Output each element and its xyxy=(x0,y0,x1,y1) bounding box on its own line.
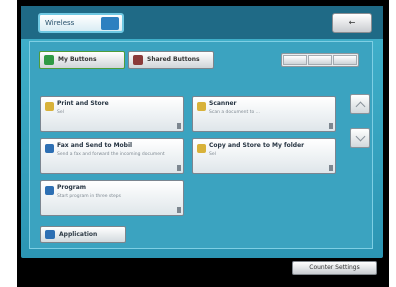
folder-icon xyxy=(197,144,206,153)
folder-icon xyxy=(197,102,206,111)
application-button[interactable]: Application xyxy=(40,226,126,243)
tile-subtitle: Sel xyxy=(209,152,216,157)
scroll-up-button[interactable] xyxy=(350,94,370,114)
tile-copy-and-store[interactable]: Copy and Store to My folder Sel xyxy=(192,138,336,174)
group-icon xyxy=(133,55,143,65)
chevron-up-icon xyxy=(355,101,366,112)
my-buttons-label: My Buttons xyxy=(58,56,97,63)
scroll-indicator xyxy=(177,123,181,129)
tile-scanner[interactable]: Scanner Scan a document to ... xyxy=(192,96,336,132)
scroll-indicator xyxy=(177,207,181,213)
tile-subtitle: Start program in three steps xyxy=(57,194,122,199)
counter-settings-label: Counter Settings xyxy=(309,264,360,271)
my-buttons-button[interactable]: My Buttons xyxy=(39,51,125,69)
close-label: ← xyxy=(348,18,356,27)
tile-title: Program xyxy=(57,184,87,191)
tile-title: Copy and Store to My folder xyxy=(209,142,305,149)
shared-buttons-button[interactable]: Shared Buttons xyxy=(128,51,214,69)
tile-title: Print and Store xyxy=(57,100,109,107)
counter-settings-button[interactable]: Counter Settings xyxy=(292,261,377,275)
tile-fax-and-send[interactable]: Fax and Send to Mobil Send a fax and for… xyxy=(40,138,184,174)
tile-title: Scanner xyxy=(209,100,237,107)
scroll-down-button[interactable] xyxy=(350,128,370,148)
folder-icon xyxy=(45,102,54,111)
touch-screen: Wireless ← My Buttons Shared Buttons Pri… xyxy=(21,6,383,258)
printer-icon xyxy=(101,17,119,30)
tile-subtitle: Send a fax and forward the incoming docu… xyxy=(57,152,165,157)
application-label: Application xyxy=(59,231,98,238)
app-title: Wireless xyxy=(45,19,75,27)
chevron-down-icon xyxy=(355,131,366,142)
tile-subtitle: Sel xyxy=(57,110,64,115)
view-switch[interactable] xyxy=(281,53,359,67)
application-icon xyxy=(45,230,55,239)
scroll-indicator xyxy=(177,165,181,171)
scroll-indicator xyxy=(329,165,333,171)
view-switch-middle[interactable] xyxy=(308,55,332,65)
view-switch-left[interactable] xyxy=(283,55,307,65)
view-switch-right[interactable] xyxy=(333,55,357,65)
fax-icon xyxy=(45,144,54,153)
tile-print-and-store[interactable]: Print and Store Sel xyxy=(40,96,184,132)
person-icon xyxy=(44,55,54,65)
program-icon xyxy=(45,186,54,195)
scroll-indicator xyxy=(329,123,333,129)
tile-subtitle: Scan a document to ... xyxy=(209,110,260,115)
main-panel: My Buttons Shared Buttons Print and Stor… xyxy=(29,41,373,249)
tile-title: Fax and Send to Mobil xyxy=(57,142,133,149)
top-bar: Wireless ← xyxy=(21,6,383,39)
device-frame: Wireless ← My Buttons Shared Buttons Pri… xyxy=(17,0,389,287)
shared-buttons-label: Shared Buttons xyxy=(147,56,200,63)
app-title-tab[interactable]: Wireless xyxy=(38,13,124,33)
tile-program[interactable]: Program Start program in three steps xyxy=(40,180,184,216)
close-button[interactable]: ← xyxy=(332,13,372,33)
